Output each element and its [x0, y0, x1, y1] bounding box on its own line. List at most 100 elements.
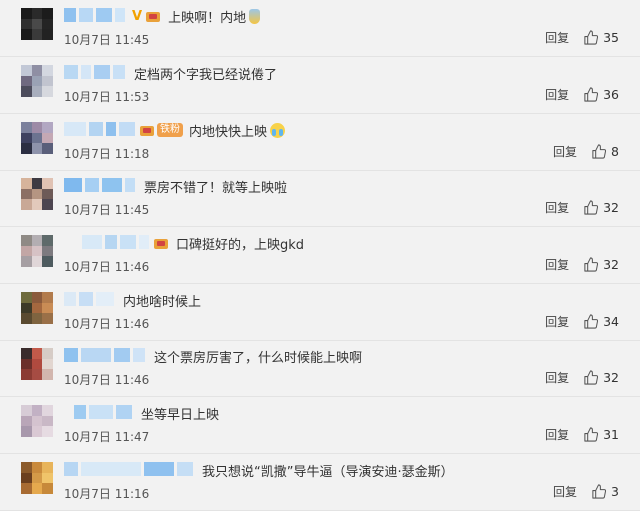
vip-badge-icon: V [132, 8, 143, 24]
avatar[interactable] [21, 348, 53, 380]
comment-time: 10月7日 11:46 [64, 373, 150, 387]
like-button[interactable]: 8 [591, 144, 619, 159]
comment-row: V 上映啊！内地 10月7日 11:45 回复 35 [0, 0, 640, 57]
comment-actions: 回复 35 [545, 29, 619, 46]
comment-row: 口碑挺好的，上映gkd 10月7日 11:46 回复 32 [0, 227, 640, 284]
comment-text: 内地啥时候上 [123, 294, 202, 310]
comment-row: 定档两个字我已经说倦了 10月7日 11:53 回复 36 [0, 57, 640, 114]
comment-text: 这个票房厉害了，什么时候能上映啊 [154, 350, 363, 366]
comment-list: V 上映啊！内地 10月7日 11:45 回复 35 定档两个字我已经说倦了 10月7日 1… [0, 0, 640, 511]
comment-row: 坐等早日上映 10月7日 11:47 回复 31 [0, 397, 640, 454]
comment-header: 我只想说“凯撒”导牛逼（导演安迪·瑟金斯） [64, 460, 454, 480]
comment-actions: 回复 8 [553, 143, 619, 160]
like-count: 35 [603, 30, 619, 45]
like-button[interactable]: 36 [583, 87, 619, 102]
comment-actions: 回复 34 [545, 313, 619, 330]
username-blurred[interactable] [82, 234, 152, 253]
like-button[interactable]: 35 [583, 30, 619, 45]
comment-time: 10月7日 11:45 [64, 33, 150, 47]
comment-row: 票房不错了！就等上映啦 10月7日 11:45 回复 32 [0, 170, 640, 227]
comment-row: 我只想说“凯撒”导牛逼（导演安迪·瑟金斯） 10月7日 11:16 回复 3 [0, 454, 640, 511]
avatar[interactable] [21, 8, 53, 40]
comment-text: 内地快快上映 [189, 124, 268, 140]
like-button[interactable]: 32 [583, 370, 619, 385]
username-blurred[interactable] [64, 347, 148, 366]
comment-time: 10月7日 11:45 [64, 203, 150, 217]
comment-header: 票房不错了！就等上映啦 [64, 176, 287, 196]
like-count: 8 [611, 144, 619, 159]
reply-button[interactable]: 回复 [545, 29, 569, 46]
reply-button[interactable]: 回复 [545, 426, 569, 443]
reply-button[interactable]: 回复 [553, 143, 577, 160]
comment-header: 坐等早日上映 [64, 403, 219, 423]
comment-actions: 回复 32 [545, 369, 619, 386]
like-count: 34 [603, 314, 619, 329]
reply-button[interactable]: 回复 [545, 369, 569, 386]
comment-text: 票房不错了！就等上映啦 [144, 180, 288, 196]
thumbs-up-icon [584, 30, 599, 45]
avatar[interactable] [21, 122, 53, 154]
reply-button[interactable]: 回复 [553, 483, 577, 500]
comment-header: 这个票房厉害了，什么时候能上映啊 [64, 346, 362, 366]
reply-button[interactable]: 回复 [545, 86, 569, 103]
comment-actions: 回复 31 [545, 426, 619, 443]
avatar[interactable] [21, 65, 53, 97]
comment-time: 10月7日 11:16 [64, 487, 150, 501]
reply-button[interactable]: 回复 [545, 199, 569, 216]
fan-badge: 铁粉 [157, 123, 183, 137]
avatar[interactable] [21, 178, 53, 210]
cry-emoji [270, 122, 286, 138]
username-blurred[interactable] [64, 7, 128, 26]
username-blurred[interactable] [64, 121, 138, 140]
comment-text: 坐等早日上映 [141, 407, 220, 423]
comment-time: 10月7日 11:53 [64, 90, 150, 104]
like-count: 32 [603, 370, 619, 385]
username-blurred[interactable] [64, 177, 138, 196]
username-blurred[interactable] [64, 461, 196, 480]
comment-text: 口碑挺好的，上映gkd [176, 237, 305, 253]
like-button[interactable]: 32 [583, 200, 619, 215]
comment-actions: 回复 3 [553, 483, 619, 500]
like-button[interactable]: 3 [591, 484, 619, 499]
username-blurred[interactable] [74, 404, 135, 423]
comment-row: 内地啥时候上 10月7日 11:46 回复 34 [0, 284, 640, 341]
username-blurred[interactable] [64, 64, 128, 83]
reply-button[interactable]: 回复 [545, 313, 569, 330]
crown-icon [140, 124, 154, 136]
username-blurred[interactable] [64, 291, 117, 310]
thumbs-up-icon [584, 314, 599, 329]
like-button[interactable]: 32 [583, 257, 619, 272]
thumbs-up-icon [584, 427, 599, 442]
comment-text: 上映啊！内地 [168, 10, 247, 26]
comment-time: 10月7日 11:47 [64, 430, 150, 444]
like-count: 31 [603, 427, 619, 442]
like-count: 36 [603, 87, 619, 102]
avatar[interactable] [21, 462, 53, 494]
comment-time: 10月7日 11:46 [64, 317, 150, 331]
comment-actions: 回复 32 [545, 256, 619, 273]
avatar[interactable] [21, 235, 53, 267]
like-count: 32 [603, 200, 619, 215]
reply-button[interactable]: 回复 [545, 256, 569, 273]
avatar[interactable] [21, 405, 53, 437]
comment-header: 内地啥时候上 [64, 290, 201, 310]
crown-icon [146, 10, 161, 22]
thumbs-up-icon [592, 484, 607, 499]
avatar[interactable] [21, 292, 53, 324]
comment-header: 定档两个字我已经说倦了 [64, 63, 277, 83]
comment-text: 定档两个字我已经说倦了 [134, 67, 278, 83]
thumbs-up-icon [592, 144, 607, 159]
like-button[interactable]: 31 [583, 427, 619, 442]
comment-header: V 上映啊！内地 [64, 6, 261, 26]
comment-time: 10月7日 11:46 [64, 260, 150, 274]
like-button[interactable]: 34 [583, 314, 619, 329]
comment-header: 铁粉 内地快快上映 [64, 120, 286, 140]
crown-icon [154, 237, 168, 249]
comment-row: 铁粉 内地快快上映 10月7日 11:18 回复 8 [0, 114, 640, 171]
comment-header: 口碑挺好的，上映gkd [64, 233, 304, 253]
thumbs-up-icon [584, 370, 599, 385]
like-count: 32 [603, 257, 619, 272]
thumbs-up-icon [584, 200, 599, 215]
comment-actions: 回复 36 [545, 86, 619, 103]
bottle-emoji [249, 8, 261, 24]
